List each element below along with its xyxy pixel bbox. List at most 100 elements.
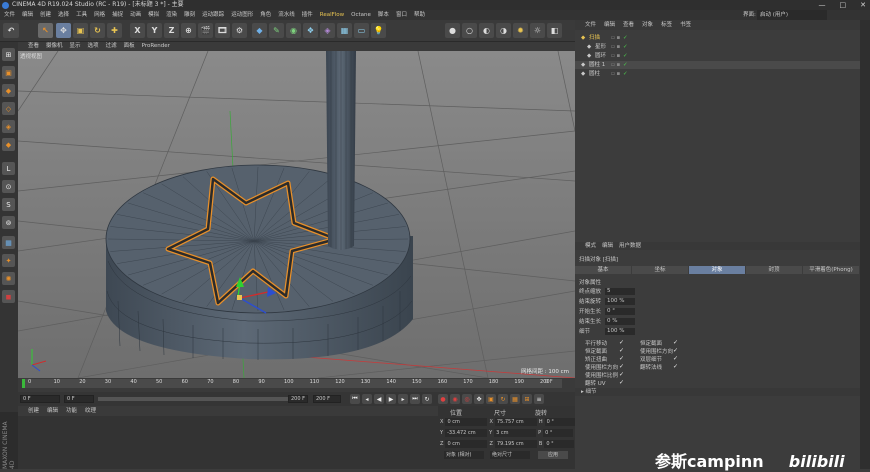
checkbox-checked-icon[interactable]: ✓ [673, 347, 678, 354]
coord-mode-dropdown[interactable]: 对象 (相对) [444, 451, 484, 459]
enable-axis-button[interactable]: L [2, 162, 15, 175]
param-value-field[interactable]: 0 % [605, 318, 635, 325]
perspective-viewport[interactable]: 透视视图 网格间距 : 100 cm [18, 51, 575, 378]
tag-check-icon[interactable]: ✓ [623, 70, 628, 78]
visibility-toggle-icon[interactable]: ▫ ▪ [611, 34, 620, 42]
layout-selector[interactable]: 界面: 启动 (用户) [575, 10, 870, 20]
menu-item[interactable]: 工具 [76, 10, 87, 20]
next-frame-button[interactable]: ▸ [398, 394, 408, 404]
object-menu-item[interactable]: 对象 [642, 20, 653, 30]
attribute-tab[interactable]: 对象 [689, 266, 745, 274]
texture-mode-button[interactable]: ▣ [2, 66, 15, 79]
object-menu-item[interactable]: 标签 [661, 20, 672, 30]
menu-item[interactable]: 运动跟踪 [202, 10, 224, 20]
object-menu-item[interactable]: 文件 [585, 20, 596, 30]
octane-settings-button[interactable]: ☼ [530, 23, 545, 38]
goto-start-button[interactable]: ⏮ [350, 394, 360, 404]
menu-item[interactable]: 捕捉 [112, 10, 123, 20]
object-menu-item[interactable]: 编辑 [604, 20, 615, 30]
menu-item[interactable]: 文件 [4, 10, 15, 20]
attribute-menu-item[interactable]: 模式 [585, 242, 596, 250]
material-menu-item[interactable]: 创建 [28, 406, 39, 416]
timeline-playhead[interactable] [22, 379, 25, 388]
object-name[interactable]: 星形 [595, 43, 606, 51]
viewport-menu-item[interactable]: 选项 [88, 42, 99, 51]
object-row[interactable]: ◆ 圆柱 1 ▫ ▪ ✓ [575, 61, 860, 69]
workplane-lock-button[interactable]: ⊚ [2, 216, 15, 229]
paint-button[interactable]: ✺ [2, 272, 15, 285]
rot-p-field[interactable]: 0 ° [543, 429, 574, 437]
play-button[interactable]: ▶ [386, 394, 396, 404]
attribute-tab[interactable]: 平滑着色(Phong) [803, 266, 859, 274]
pos-y-field[interactable]: -33.472 cm [445, 429, 488, 437]
bend-deformer-button[interactable]: ◈ [320, 23, 335, 38]
octane-texture-button[interactable]: ◑ [496, 23, 511, 38]
menu-item[interactable]: 编辑 [22, 10, 33, 20]
menu-item[interactable]: 雕刻 [184, 10, 195, 20]
menu-item[interactable]: 选择 [58, 10, 69, 20]
spline-pen-button[interactable]: ✎ [269, 23, 284, 38]
start-frame-field[interactable]: 0 F [64, 395, 94, 403]
autokey-button[interactable]: ◉ [450, 394, 460, 404]
menu-item[interactable]: 窗口 [396, 10, 407, 20]
attribute-menu-item[interactable]: 编辑 [602, 242, 613, 250]
attribute-tab[interactable]: 基本 [575, 266, 631, 274]
viewport-menu-item[interactable]: 面板 [124, 42, 135, 51]
object-name[interactable]: 扫描 [589, 34, 600, 42]
pos-x-field[interactable]: 0 cm [445, 418, 488, 426]
checkbox-checked-icon[interactable]: ✓ [673, 363, 678, 370]
coordinate-system-button[interactable]: ⊕ [181, 23, 196, 38]
size-mode-dropdown[interactable]: 绝对尺寸 [490, 451, 530, 459]
object-menu-item[interactable]: 查看 [623, 20, 634, 30]
maximize-button[interactable]: □ [840, 0, 847, 10]
record-rotation-button[interactable]: ↻ [498, 394, 508, 404]
polygons-mode-button[interactable]: ◆ [2, 138, 15, 151]
materials-button[interactable]: ◼ [2, 290, 15, 303]
octane-hdri-button[interactable]: ◐ [479, 23, 494, 38]
grid-button[interactable]: ▦ [2, 236, 15, 249]
attribute-tab[interactable]: 封顶 [746, 266, 802, 274]
tweak-mode-button[interactable]: ⊙ [2, 180, 15, 193]
visibility-toggle-icon[interactable]: ▫ ▪ [611, 61, 620, 69]
floor-button[interactable]: ▦ [337, 23, 352, 38]
checkbox-checked-icon[interactable]: ✓ [619, 379, 624, 386]
loop-button[interactable]: ↻ [422, 394, 432, 404]
tag-check-icon[interactable]: ✓ [623, 43, 628, 51]
record-keys-button[interactable]: ● [438, 394, 448, 404]
menu-item[interactable]: 脚本 [378, 10, 389, 20]
object-menu-item[interactable]: 书签 [680, 20, 691, 30]
scale-tool-button[interactable]: ▣ [73, 23, 88, 38]
object-row[interactable]: ◆ 星形 ▫ ▪ ✓ [575, 43, 860, 51]
octane-sphere-button[interactable]: ○ [462, 23, 477, 38]
edges-mode-button[interactable]: ◈ [2, 120, 15, 133]
param-value-field[interactable]: 100 % [605, 298, 635, 305]
range-slider[interactable] [98, 397, 298, 401]
menu-item[interactable]: 插件 [302, 10, 313, 20]
object-row[interactable]: ◆ 圆环 ▫ ▪ ✓ [575, 52, 860, 60]
menu-item[interactable]: 流水线 [278, 10, 295, 20]
menu-item[interactable]: 创建 [40, 10, 51, 20]
record-scale-button[interactable]: ▣ [486, 394, 496, 404]
layout-dropdown[interactable]: 启动 (用户) [757, 10, 827, 20]
z-axis-button[interactable]: Z [164, 23, 179, 38]
menu-item[interactable]: Octane [351, 10, 371, 20]
visibility-toggle-icon[interactable]: ▫ ▪ [611, 43, 620, 51]
timeline-ruler[interactable]: 0 10 20 30 40 50 60 70 80 90 100 110 120 130 140 150 160… [22, 379, 562, 388]
size-z-field[interactable]: 79.195 cm [494, 440, 537, 448]
checkbox-checked-icon[interactable]: ✓ [619, 363, 624, 370]
menu-item[interactable]: 动画 [130, 10, 141, 20]
object-row[interactable]: ◆ 扫描 ▫ ▪ ✓ [575, 34, 860, 42]
object-name[interactable]: 圆柱 [589, 70, 600, 78]
attribute-tab[interactable]: 坐标 [632, 266, 688, 274]
recent-tools-button[interactable]: ✚ [107, 23, 122, 38]
prev-key-button[interactable]: ◂ [362, 394, 372, 404]
viewport-menu-item[interactable]: 查看 [28, 42, 39, 51]
menu-item[interactable]: 网格 [94, 10, 105, 20]
material-menu-item[interactable]: 功能 [66, 406, 77, 416]
record-position-button[interactable]: ✥ [474, 394, 484, 404]
y-axis-button[interactable]: Y [147, 23, 162, 38]
pos-z-field[interactable]: 0 cm [445, 440, 488, 448]
menu-item[interactable]: 运动图形 [231, 10, 253, 20]
viewport-menu-item[interactable]: 过滤 [106, 42, 117, 51]
solo-button[interactable]: ✦ [2, 254, 15, 267]
